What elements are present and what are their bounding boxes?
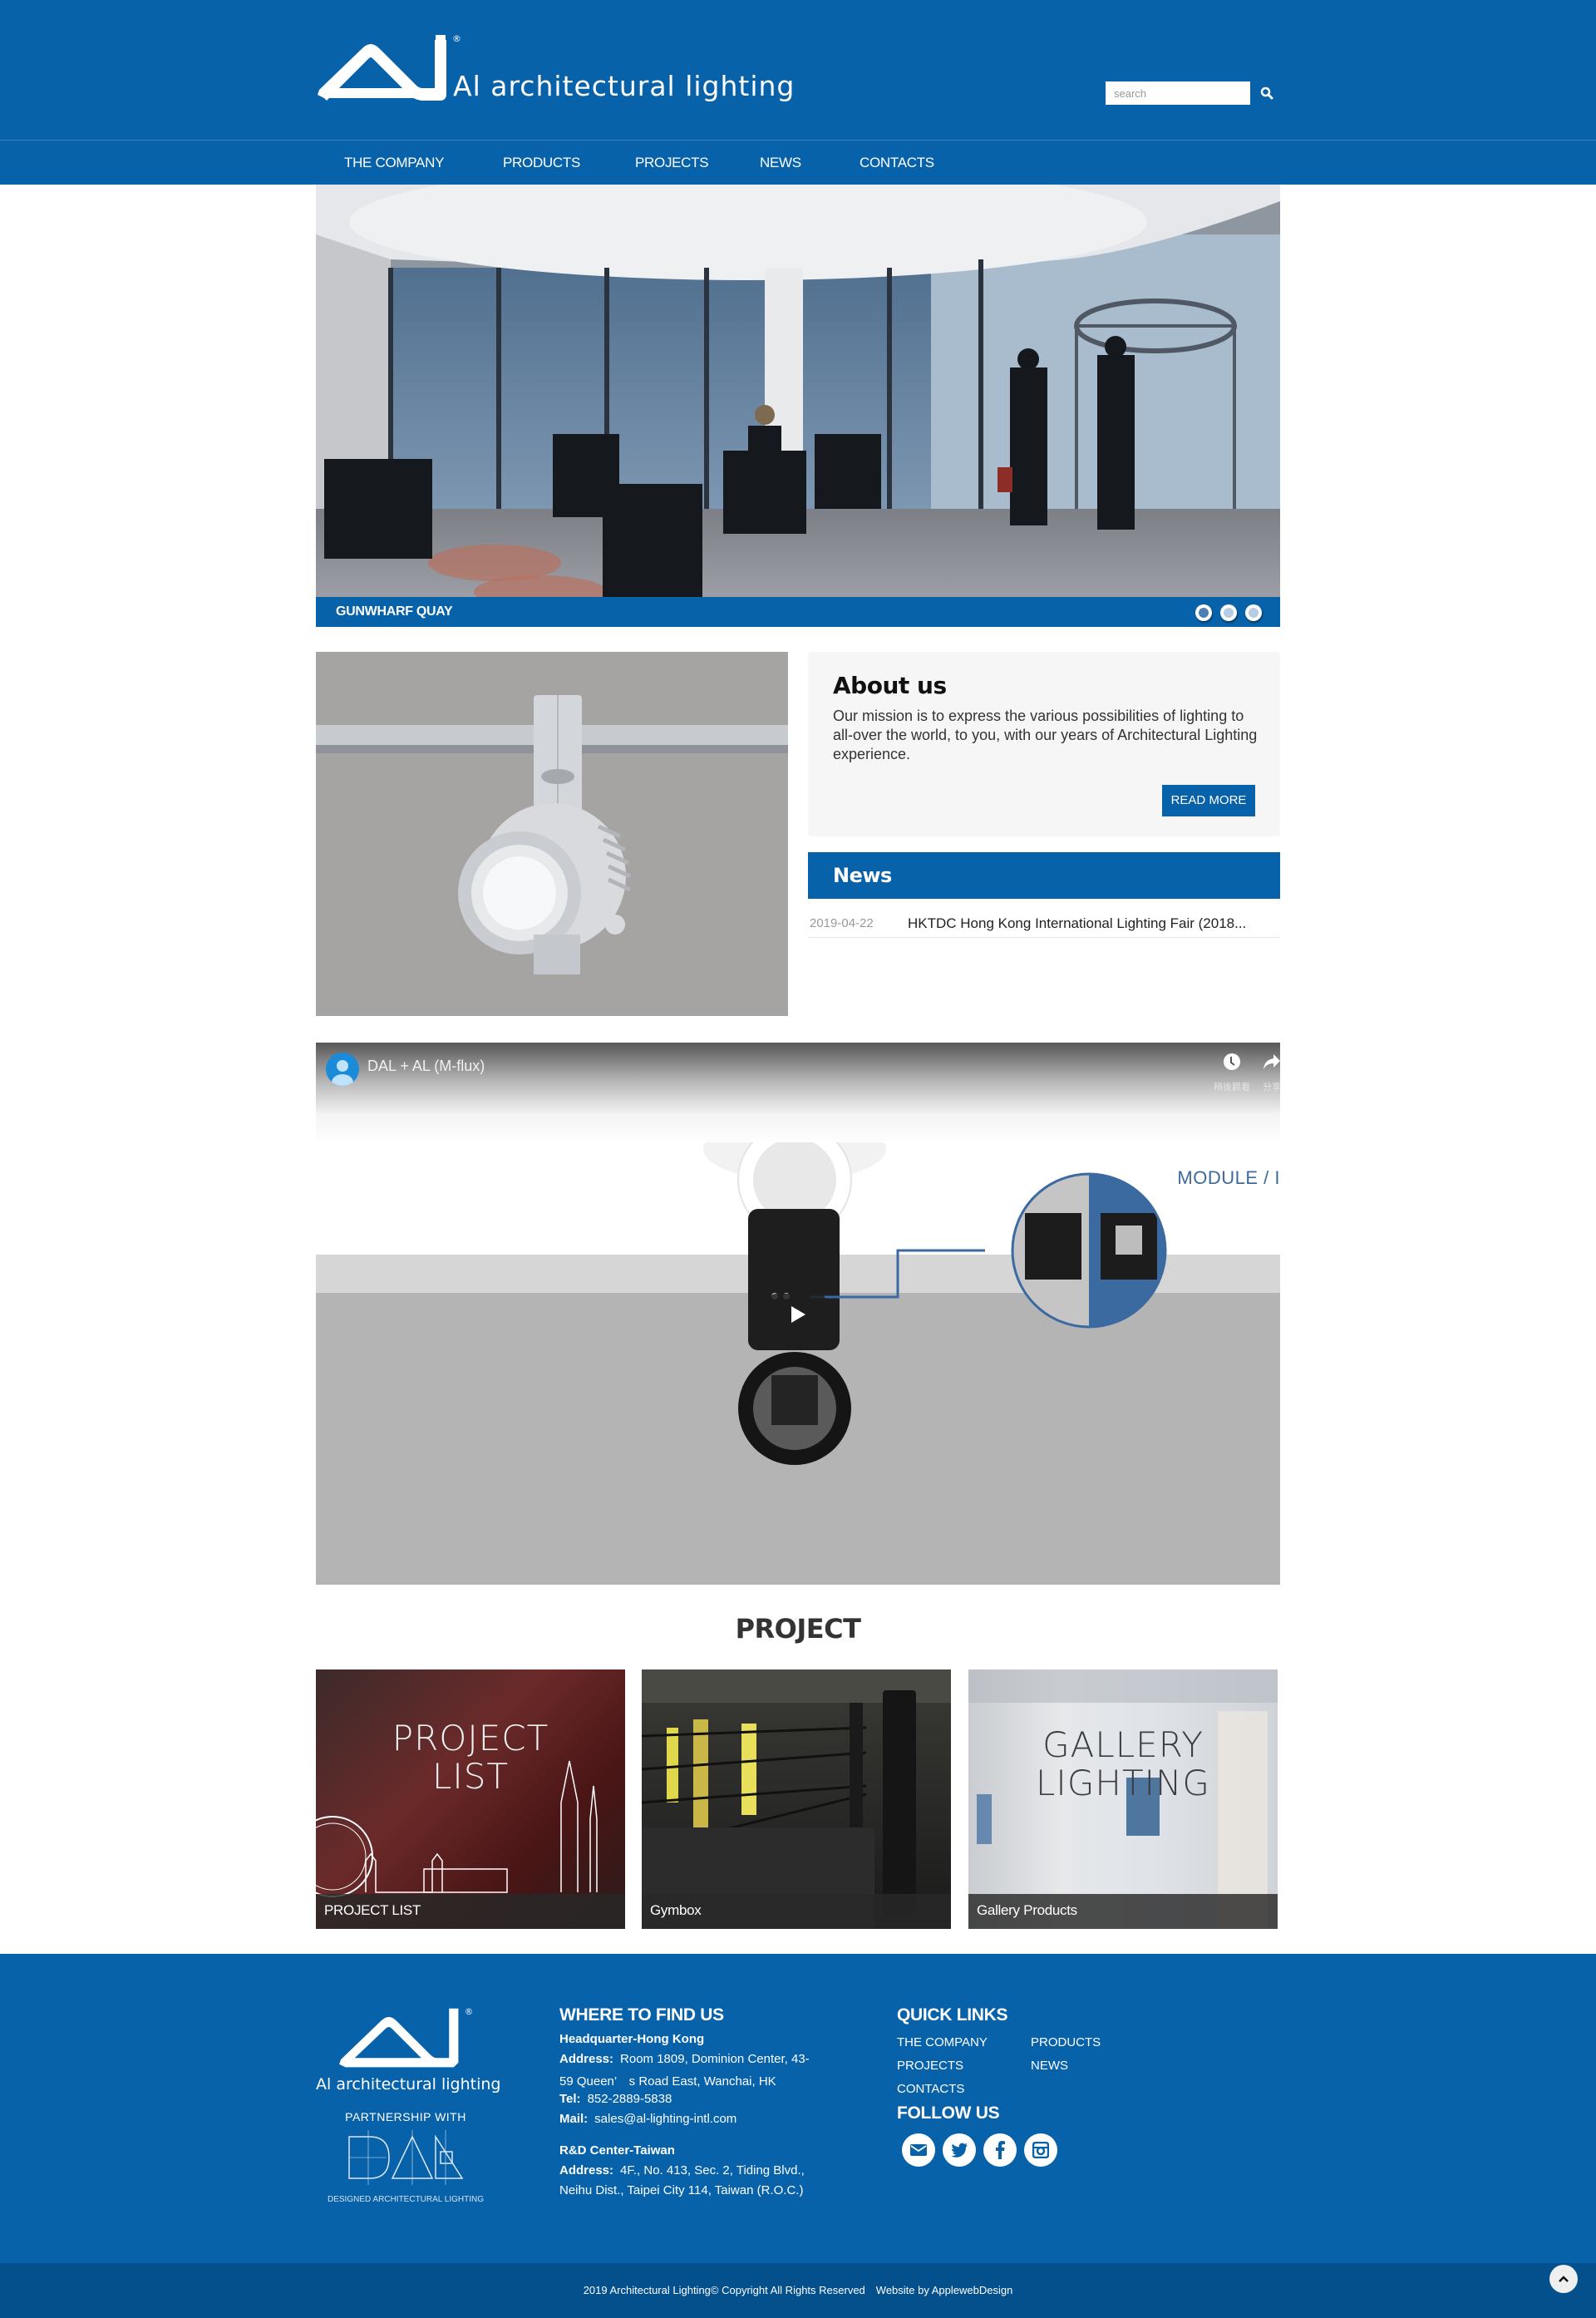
search-input[interactable]	[1106, 81, 1250, 105]
news-headline[interactable]: HKTDC Hong Kong International Lighting F…	[908, 915, 1246, 932]
site-header: ® Al architectural lighting	[0, 0, 1596, 140]
svg-text:®: ®	[452, 33, 461, 44]
footer-brand-name: Al architectural lighting	[316, 2075, 501, 2094]
project-label: PROJECT LIST	[324, 1902, 421, 1918]
london-skyline-icon	[316, 1760, 598, 1897]
brand-logo[interactable]: ® Al architectural lighting	[316, 32, 794, 106]
footer-link-contacts[interactable]: CONTACTS	[897, 2082, 964, 2096]
read-more-button[interactable]: READ MORE	[1162, 785, 1255, 816]
video-embed[interactable]: MODULE / I DAL + AL (M-flux) 稍後觀看 分享	[316, 1043, 1280, 1585]
hero-caption: GUNWHARF QUAY	[336, 604, 453, 619]
instagram-icon	[1032, 2142, 1049, 2158]
hero-slider[interactable]: GUNWHARF QUAY	[316, 185, 1280, 627]
hq-tel: Tel: 852-2889-5838	[559, 2092, 672, 2106]
news-title: News	[833, 864, 892, 887]
email-social-button[interactable]	[902, 2133, 935, 2167]
follow-us-title: FOLLOW US	[897, 2103, 1000, 2123]
news-header: News	[808, 852, 1280, 899]
product-image[interactable]	[316, 652, 788, 1016]
quick-links-title: QUICK LINKS	[897, 2005, 1008, 2025]
footer-bottom-bar: 2019 Architectural Lighting© Copyright A…	[0, 2263, 1596, 2318]
facebook-social-button[interactable]	[983, 2133, 1017, 2167]
clock-icon	[1224, 1053, 1240, 1070]
play-icon	[791, 1306, 805, 1323]
envelope-icon	[910, 2144, 927, 2156]
chevron-up-icon	[1559, 2276, 1569, 2282]
news-item[interactable]: 2019-04-22 HKTDC Hong Kong International…	[808, 910, 1280, 938]
slider-dot-3[interactable]	[1245, 604, 1262, 621]
rd-title: R&D Center-Taiwan	[559, 2143, 675, 2158]
project-label: Gallery Products	[977, 1902, 1077, 1918]
copyright-text: 2019 Architectural Lighting© Copyright A…	[583, 2284, 1013, 2296]
project-label: Gymbox	[650, 1902, 702, 1918]
svg-text:®: ®	[465, 2008, 473, 2017]
about-panel: About us Our mission is to express the v…	[808, 652, 1280, 836]
facebook-icon	[996, 2141, 1005, 2159]
gallery-lighting-overlay: GALLERY LIGHTING	[1036, 1724, 1210, 1803]
search-icon[interactable]	[1258, 84, 1276, 102]
where-title: WHERE TO FIND US	[559, 2005, 724, 2025]
hq-title: Headquarter-Hong Kong	[559, 2032, 705, 2046]
footer-link-projects[interactable]: PROJECTS	[897, 2059, 963, 2073]
share-label: 分享	[1263, 1083, 1280, 1092]
project-label-bar: Gymbox	[642, 1894, 951, 1929]
news-date: 2019-04-22	[810, 916, 874, 930]
rd-address: Address: 4F., No. 413, Sec. 2, Tiding Blv…	[559, 2163, 805, 2177]
share-arrow-icon	[1264, 1054, 1280, 1069]
hq-address-line2: 59 Queen’ s Road East, Wanchai, HK	[559, 2074, 776, 2089]
instagram-social-button[interactable]	[1024, 2133, 1057, 2167]
footer-link-products[interactable]: PRODUCTS	[1031, 2035, 1101, 2049]
footer-link-the-company[interactable]: THE COMPANY	[897, 2035, 988, 2049]
share-button[interactable]: 分享	[1247, 1053, 1280, 1093]
partnership-label: PARTNERSHIP WITH	[345, 2110, 466, 2123]
video-overlay-text: MODULE / I	[1177, 1167, 1280, 1188]
rd-address-line2: Neihu Dist., Taipei City 114, Taiwan (R.…	[559, 2183, 804, 2197]
project-label-bar: PROJECT LIST	[316, 1894, 625, 1929]
slider-dot-1[interactable]	[1195, 604, 1212, 621]
slider-dot-2[interactable]	[1220, 604, 1237, 621]
about-title: About us	[833, 672, 947, 699]
project-card-project-list[interactable]: PROJECT LIST PROJECT LIST	[316, 1669, 625, 1929]
project-heading: PROJECT	[735, 1613, 861, 1645]
twitter-social-button[interactable]	[943, 2133, 976, 2167]
al-logo-mark-icon: ®	[318, 33, 461, 101]
footer-link-news[interactable]: NEWS	[1031, 2059, 1068, 2073]
play-button[interactable]	[768, 1294, 826, 1335]
video-title-bar: DAL + AL (M-flux) 稍後觀看 分享	[316, 1043, 1280, 1142]
slider-dots	[1195, 604, 1262, 621]
gym-ring-image	[642, 1669, 951, 1929]
brand-name: Al architectural lighting	[453, 70, 796, 102]
project-list-overlay: PROJECT LIST	[392, 1718, 549, 1797]
hero-caption-bar: GUNWHARF QUAY	[316, 597, 1280, 627]
nav-item-projects[interactable]: PROJECTS	[635, 141, 709, 185]
track-spotlight-image	[316, 652, 788, 1016]
nav-item-products[interactable]: PRODUCTS	[503, 141, 580, 185]
project-label-bar: Gallery Products	[968, 1894, 1278, 1929]
project-card-gymbox[interactable]: Gymbox	[642, 1669, 951, 1929]
twitter-icon	[951, 2143, 968, 2158]
dal-partner-logo	[348, 2130, 464, 2185]
nav-item-contacts[interactable]: CONTACTS	[860, 141, 934, 185]
back-to-top-button[interactable]	[1549, 2265, 1578, 2293]
hq-address: Address: Room 1809, Dominion Center, 43-	[559, 2052, 810, 2066]
partner-tagline: DESIGNED ARCHITECTURAL LIGHTING	[328, 2195, 484, 2204]
channel-avatar[interactable]	[326, 1053, 359, 1086]
nav-item-news[interactable]: NEWS	[760, 141, 801, 185]
search-form	[1106, 81, 1273, 105]
main-nav: THE COMPANY PRODUCTS PROJECTS NEWS CONTA…	[0, 140, 1596, 185]
user-avatar-icon	[332, 1060, 353, 1086]
al-logo-mark-icon: ®	[339, 2008, 473, 2068]
hero-lobby-image	[316, 185, 1280, 597]
hq-mail[interactable]: Mail: sales@al-lighting-intl.com	[559, 2112, 736, 2126]
nav-item-the-company[interactable]: THE COMPANY	[344, 141, 444, 185]
video-title[interactable]: DAL + AL (M-flux)	[367, 1058, 485, 1075]
site-footer: ® Al architectural lighting PARTNERSHIP …	[0, 1954, 1596, 2263]
about-text: Our mission is to express the various po…	[833, 708, 1258, 762]
project-card-gallery-products[interactable]: GALLERY LIGHTING Gallery Products	[968, 1669, 1278, 1929]
